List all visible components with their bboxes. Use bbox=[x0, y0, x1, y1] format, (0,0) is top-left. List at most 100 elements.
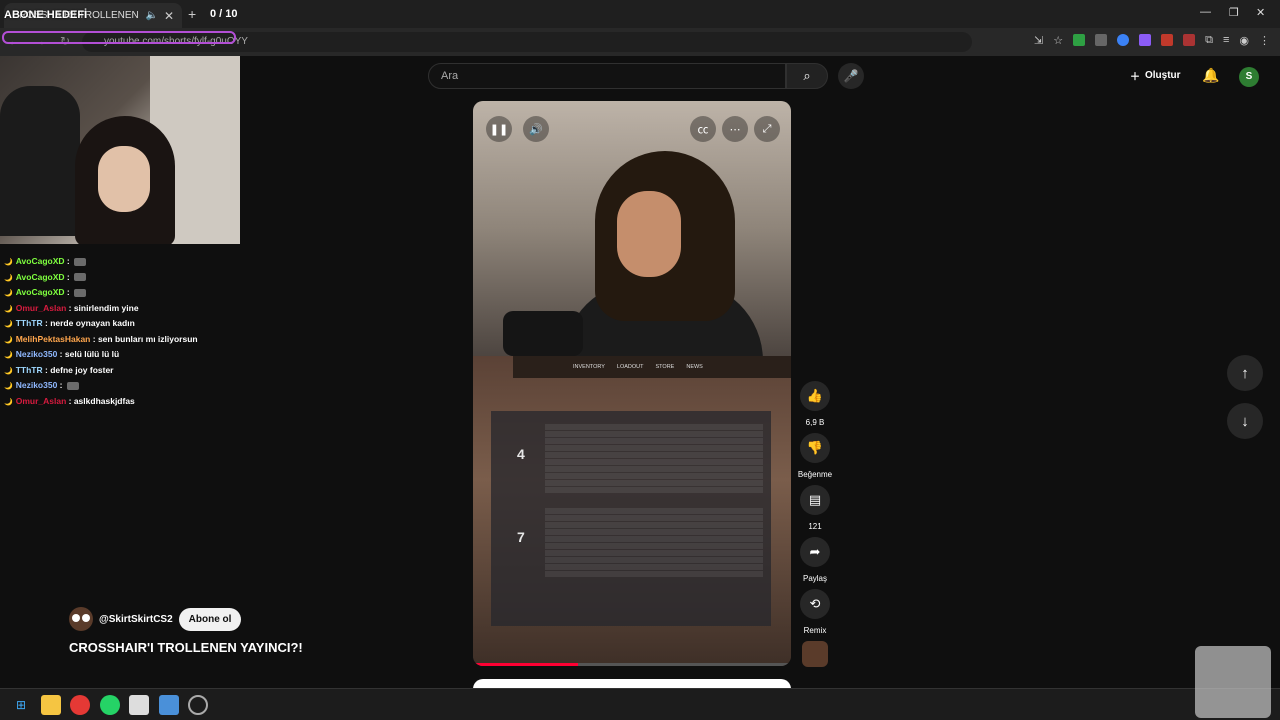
minimize-icon[interactable]: — bbox=[1200, 6, 1211, 18]
volume-button[interactable]: 🔊 bbox=[523, 116, 549, 142]
subscribe-button[interactable]: Abone ol bbox=[178, 607, 242, 631]
chat-text: sen bunları mı izliyorsun bbox=[97, 333, 198, 344]
scoreboard-row bbox=[545, 466, 763, 472]
comments-button[interactable]: ▤ 121 bbox=[800, 485, 830, 531]
close-window-icon[interactable]: ✕ bbox=[1256, 6, 1265, 19]
fullscreen-button[interactable]: ⤢ bbox=[754, 116, 780, 142]
close-tab-icon[interactable]: ✕ bbox=[164, 9, 174, 23]
next-short-button[interactable]: ↓ bbox=[1227, 403, 1263, 439]
new-tab-button[interactable]: + bbox=[188, 6, 196, 22]
chat-username: MelihPektasHakan bbox=[15, 333, 91, 344]
chat-message: 🌙 TThTR : nerde oynayan kadın bbox=[4, 318, 135, 328]
chat-username: AvoCagoXD bbox=[15, 287, 65, 297]
speaker-icon[interactable]: 🔈 bbox=[145, 10, 157, 21]
dislike-button[interactable]: 👎 Beğenme bbox=[798, 433, 832, 479]
sound-avatar[interactable] bbox=[802, 641, 828, 667]
chrome-icon[interactable] bbox=[70, 695, 90, 715]
browser-tabstrip: CROSSHAIR'I TROLLENEN Y 🔈 ✕ + 0 / 10 — ❐… bbox=[0, 0, 1280, 28]
extension-icon[interactable] bbox=[1095, 34, 1108, 46]
scoreboard-row bbox=[545, 564, 763, 570]
search-button[interactable]: ⌕ bbox=[786, 63, 828, 89]
extension-icon[interactable] bbox=[1183, 34, 1196, 46]
scoreboard-row bbox=[545, 438, 763, 444]
whatsapp-icon[interactable] bbox=[100, 695, 120, 715]
chat-username: AvoCagoXD bbox=[15, 256, 65, 266]
moon-badge-icon: 🌙 bbox=[4, 274, 13, 282]
previous-short-button[interactable]: ↑ bbox=[1227, 355, 1263, 391]
chat-text: nerde oynayan kadın bbox=[50, 318, 135, 328]
extension-icon[interactable] bbox=[1139, 34, 1152, 46]
windows-start-icon[interactable]: ⊞ bbox=[11, 695, 31, 715]
game-menu-item: INVENTORY bbox=[573, 364, 605, 370]
scoreboard-row bbox=[545, 473, 763, 479]
expand-icon: ⤢ bbox=[762, 122, 772, 135]
chat-message: 🌙 MelihPektasHakan : sen bunları mı izliy… bbox=[4, 333, 198, 344]
media-icon[interactable]: ≡ bbox=[1223, 34, 1229, 47]
scoreboard-row bbox=[545, 480, 763, 486]
photos-icon[interactable] bbox=[159, 695, 179, 715]
search-icon: ⌕ bbox=[803, 68, 811, 83]
thumbs-down-icon: 👎 bbox=[806, 440, 824, 455]
scoreboard-row bbox=[545, 536, 763, 542]
remix-button[interactable]: ⟲ Remix bbox=[800, 589, 830, 635]
plus-icon: ＋ bbox=[1130, 72, 1140, 83]
overlay-title: ABONE HEDEFİ bbox=[4, 9, 88, 21]
scoreboard-row bbox=[545, 571, 763, 577]
steam-icon[interactable] bbox=[188, 695, 208, 715]
app-icon[interactable] bbox=[129, 695, 149, 715]
install-icon[interactable]: ⇲ bbox=[1034, 34, 1043, 47]
arrow-down-icon: ↓ bbox=[1241, 412, 1249, 430]
extension-icon[interactable] bbox=[1073, 34, 1086, 46]
channel-avatar[interactable] bbox=[69, 607, 93, 631]
taskbar: ⊞ bbox=[0, 688, 1280, 720]
chat-message: 🌙 AvoCagoXD : bbox=[4, 285, 240, 301]
volume-icon: 🔊 bbox=[529, 123, 543, 136]
share-button[interactable]: ➦ Paylaş bbox=[800, 537, 830, 583]
share-icon: ➦ bbox=[809, 544, 821, 559]
menu-icon[interactable]: ⋮ bbox=[1259, 34, 1270, 47]
shorts-video-player[interactable]: INVENTORY LOADOUT STORE NEWS 4 7 ❚❚ 🔊 ㏄ ⋯ ⤢ bbox=[473, 101, 791, 666]
captions-icon: ㏄ bbox=[697, 124, 709, 136]
scoreboard-row bbox=[545, 508, 763, 514]
file-explorer-icon[interactable] bbox=[41, 695, 61, 715]
emote-icon bbox=[74, 288, 87, 297]
captions-button[interactable]: ㏄ bbox=[690, 116, 716, 142]
notifications-bell-icon[interactable]: 🔔 bbox=[1202, 67, 1219, 84]
scoreboard-row bbox=[545, 487, 763, 493]
pause-button[interactable]: ❚❚ bbox=[486, 116, 512, 142]
like-button[interactable]: 👍 6,9 B bbox=[800, 381, 830, 427]
chat-panel: 🌙 AvoCagoXD : 🌙 AvoCagoXD : 🌙 AvoCagoXD : 🌙… bbox=[4, 254, 240, 409]
chat-text: sinirlendim yine bbox=[73, 302, 139, 313]
emote-icon bbox=[66, 381, 79, 390]
subscriber-goal-bar bbox=[2, 31, 236, 44]
video-progress-bar[interactable] bbox=[473, 663, 791, 666]
arrow-up-icon: ↑ bbox=[1241, 364, 1249, 382]
moon-badge-icon: 🌙 bbox=[4, 305, 13, 313]
extension-icon[interactable] bbox=[1161, 34, 1174, 46]
more-options-button[interactable]: ⋯ bbox=[722, 116, 748, 142]
search-input[interactable]: Ara bbox=[428, 63, 786, 89]
game-menu-item: NEWS bbox=[686, 364, 703, 370]
puzzle-icon[interactable]: ⧉ bbox=[1205, 34, 1213, 47]
webcam-feed bbox=[0, 56, 240, 244]
remix-icon: ⟲ bbox=[809, 596, 821, 611]
extension-icon[interactable] bbox=[1117, 34, 1130, 46]
chat-message: 🌙 AvoCagoXD : bbox=[4, 254, 240, 270]
maximize-icon[interactable]: ❐ bbox=[1229, 6, 1239, 19]
scoreboard-row bbox=[545, 424, 763, 430]
avatar[interactable]: S bbox=[1239, 67, 1259, 87]
moon-badge-icon: 🌙 bbox=[4, 259, 13, 266]
channel-name[interactable]: @SkirtSkirtCS2 bbox=[99, 614, 173, 625]
short-title[interactable]: CROSSHAIR'I TROLLENEN YAYINCI?! bbox=[69, 640, 303, 655]
moon-badge-icon: 🌙 bbox=[4, 321, 13, 328]
create-button[interactable]: ＋ Oluştur bbox=[1130, 68, 1181, 83]
thumbs-up-icon: 👍 bbox=[806, 388, 824, 403]
voice-search-button[interactable]: 🎤 bbox=[838, 63, 864, 89]
moon-badge-icon: 🌙 bbox=[4, 336, 13, 344]
emote-icon bbox=[74, 273, 87, 282]
bookmark-star-icon[interactable]: ☆ bbox=[1053, 34, 1063, 47]
chat-username: Omur_Aslan bbox=[15, 395, 67, 406]
mic-icon: 🎤 bbox=[843, 69, 859, 83]
profile-icon[interactable]: ◉ bbox=[1239, 34, 1249, 47]
more-icon: ⋯ bbox=[729, 123, 741, 136]
